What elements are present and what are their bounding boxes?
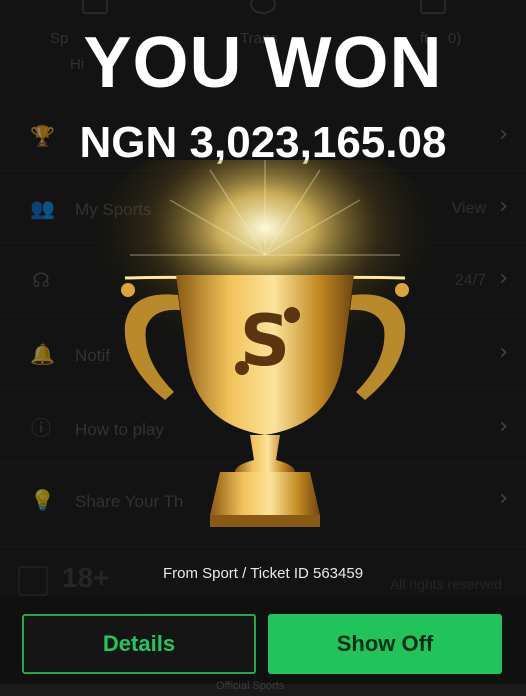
- ticket-info: From Sport / Ticket ID 563459: [162, 565, 364, 582]
- details-button[interactable]: Details: [22, 614, 256, 674]
- win-title: YOU WON: [83, 23, 443, 103]
- trophy-icon: S: [75, 130, 455, 527]
- trophy-illustration: S: [70, 130, 460, 550]
- footer-text: Official Sports: [216, 680, 285, 692]
- show-off-button[interactable]: Show Off: [268, 614, 502, 674]
